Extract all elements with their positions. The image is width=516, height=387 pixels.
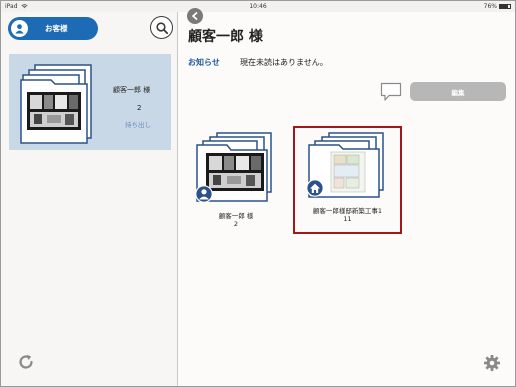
gear-icon [484, 355, 500, 371]
customer-folder-card[interactable]: 顧客一郎 様 2 持ち出し [9, 54, 171, 150]
notice-text: 現在未読はありません。 [240, 58, 328, 67]
comment-icon [380, 82, 402, 101]
card-count: 2 [137, 104, 142, 112]
back-button[interactable] [187, 8, 203, 24]
app-screen: iPad 10:46 76% お客様 顧客一郎 様 2 持ち出し 顧客一郎 様 … [0, 0, 516, 387]
settings-button[interactable] [483, 354, 501, 376]
search-button[interactable] [150, 16, 173, 39]
sidebar: お客様 顧客一郎 様 2 持ち出し [1, 12, 178, 386]
notice-label[interactable]: お知らせ [188, 57, 220, 68]
folder-binder-icon [20, 64, 92, 144]
main-panel: 顧客一郎 様 お知らせ 現在未読はありません。 編集 顧客一郎 様 2 顧客一郎… [179, 8, 515, 386]
tile-count: 11 [343, 215, 352, 223]
edit-button[interactable]: 編集 [410, 82, 506, 101]
customer-button[interactable]: お客様 [8, 17, 98, 40]
tile-name: 顧客一郎様邸新築工事1 [312, 207, 383, 215]
refresh-button[interactable] [17, 353, 35, 375]
person-icon [11, 20, 28, 37]
status-right: 76% [484, 3, 511, 10]
tile-count: 2 [233, 220, 239, 228]
house-icon [306, 179, 324, 197]
battery-icon [499, 4, 511, 9]
customer-button-label: お客様 [45, 24, 68, 33]
takeout-link[interactable]: 持ち出し [125, 119, 151, 129]
battery-percent: 76% [483, 3, 497, 10]
refresh-icon [19, 354, 33, 369]
comment-button[interactable] [380, 82, 402, 106]
tile-name: 顧客一郎 様 [218, 212, 254, 220]
status-bar: iPad 10:46 76% [1, 1, 515, 12]
page-title: 顧客一郎 様 [188, 29, 263, 45]
card-customer-name: 顧客一郎 様 [113, 86, 151, 94]
back-icon [192, 12, 198, 20]
folder-tile-selected[interactable]: 顧客一郎様邸新築工事1 11 [293, 126, 402, 234]
person-icon [195, 185, 213, 203]
status-time: 10:46 [249, 3, 267, 10]
folder-tile[interactable]: 顧客一郎 様 2 [193, 128, 279, 248]
search-icon [155, 21, 168, 34]
